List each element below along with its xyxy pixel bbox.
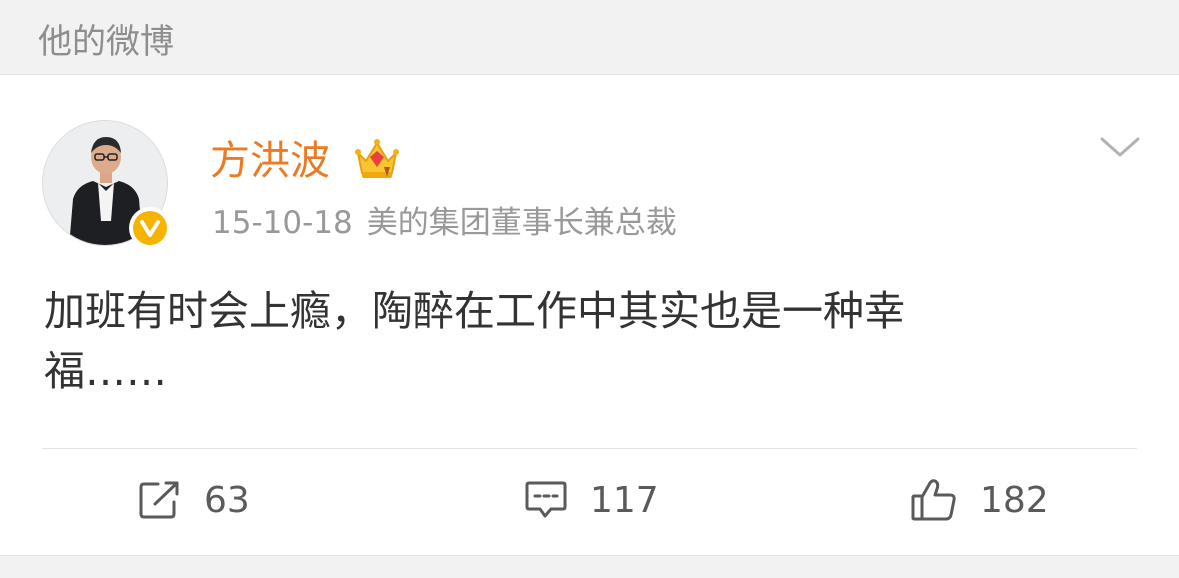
post-card[interactable]: 方洪波 15-10-18 美的集团董事长兼总裁 加班有时会上瘾，陶醉在工作中其实也… <box>0 75 1179 556</box>
section-header: 他的微博 <box>0 0 1179 75</box>
post-text-line: 加班有时会上瘾，陶醉在工作中其实也是一种幸 <box>44 287 905 335</box>
weibo-page: 他的微博 方洪波 15-10-18 美的集团董事长兼总裁 加班有时会上瘾，陶醉在… <box>0 0 1179 578</box>
comment-button[interactable]: 117 <box>524 475 659 525</box>
author-avatar-container[interactable] <box>42 120 171 249</box>
divider <box>42 448 1137 449</box>
chevron-down-icon[interactable] <box>1098 133 1142 163</box>
author-bio: 美的集团董事长兼总裁 <box>366 205 677 241</box>
repost-count: 63 <box>204 479 250 521</box>
verified-icon <box>129 207 171 249</box>
post-meta: 15-10-18 美的集团董事长兼总裁 <box>212 203 677 243</box>
post-date: 15-10-18 <box>212 205 353 241</box>
like-icon <box>911 479 956 521</box>
post-text-line: 福…… <box>44 347 167 395</box>
comment-count: 117 <box>590 479 659 521</box>
like-button[interactable]: 182 <box>910 475 1049 525</box>
comment-icon <box>525 481 567 518</box>
repost-button[interactable]: 63 <box>138 475 250 525</box>
author-name[interactable]: 方洪波 <box>210 137 330 185</box>
section-title: 他的微博 <box>38 22 174 62</box>
crown-icon[interactable] <box>354 137 400 181</box>
like-count: 182 <box>980 479 1049 521</box>
repost-icon <box>139 481 179 519</box>
post-text[interactable]: 加班有时会上瘾，陶醉在工作中其实也是一种幸 福…… <box>44 281 1054 401</box>
